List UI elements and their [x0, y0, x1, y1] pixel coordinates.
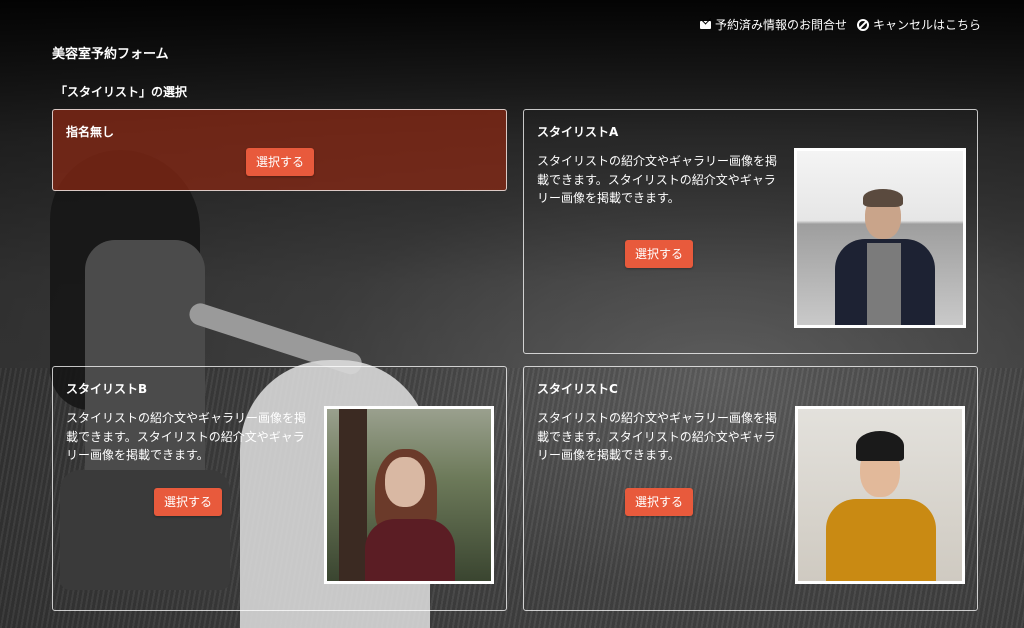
- page-title: 美容室予約フォーム: [52, 47, 169, 62]
- stylist-description: スタイリストの紹介文やギャラリー画像を掲載できます。スタイリストの紹介文やギャラ…: [537, 154, 778, 205]
- ban-icon: [856, 18, 869, 31]
- stylist-name: 指名無し: [66, 125, 115, 139]
- select-button[interactable]: 選択する: [246, 148, 314, 176]
- stylist-name: スタイリストC: [537, 382, 618, 396]
- mail-icon: [699, 20, 711, 29]
- stylist-photo: [794, 148, 966, 328]
- select-button[interactable]: 選択する: [625, 240, 693, 268]
- stylist-description: スタイリストの紹介文やギャラリー画像を掲載できます。スタイリストの紹介文やギャラ…: [537, 411, 778, 462]
- stylist-card-c: スタイリストC スタイリストの紹介文やギャラリー画像を掲載できます。スタイリスト…: [523, 366, 978, 611]
- stylist-name: スタイリストA: [537, 125, 619, 139]
- select-button[interactable]: 選択する: [625, 488, 693, 516]
- inquiry-link[interactable]: 予約済み情報のお問合せ: [699, 16, 847, 33]
- stylist-description: スタイリストの紹介文やギャラリー画像を掲載できます。スタイリストの紹介文やギャラ…: [66, 411, 307, 462]
- top-nav: 予約済み情報のお問合せ キャンセルはこちら: [699, 16, 981, 33]
- cancel-link[interactable]: キャンセルはこちら: [856, 16, 981, 33]
- stylist-card-b: スタイリストB スタイリストの紹介文やギャラリー画像を掲載できます。スタイリスト…: [52, 366, 507, 611]
- cancel-link-label: キャンセルはこちら: [872, 18, 981, 32]
- stylist-card-none[interactable]: 指名無し 選択する: [52, 109, 507, 191]
- stylist-name: スタイリストB: [66, 382, 148, 396]
- select-button[interactable]: 選択する: [154, 488, 222, 516]
- inquiry-link-label: 予約済み情報のお問合せ: [714, 18, 847, 32]
- stylist-card-a: スタイリストA スタイリストの紹介文やギャラリー画像を掲載できます。スタイリスト…: [523, 109, 978, 354]
- stylist-photo: [324, 406, 494, 584]
- section-heading: 「スタイリスト」の選択: [55, 85, 188, 99]
- stylist-photo: [795, 406, 965, 584]
